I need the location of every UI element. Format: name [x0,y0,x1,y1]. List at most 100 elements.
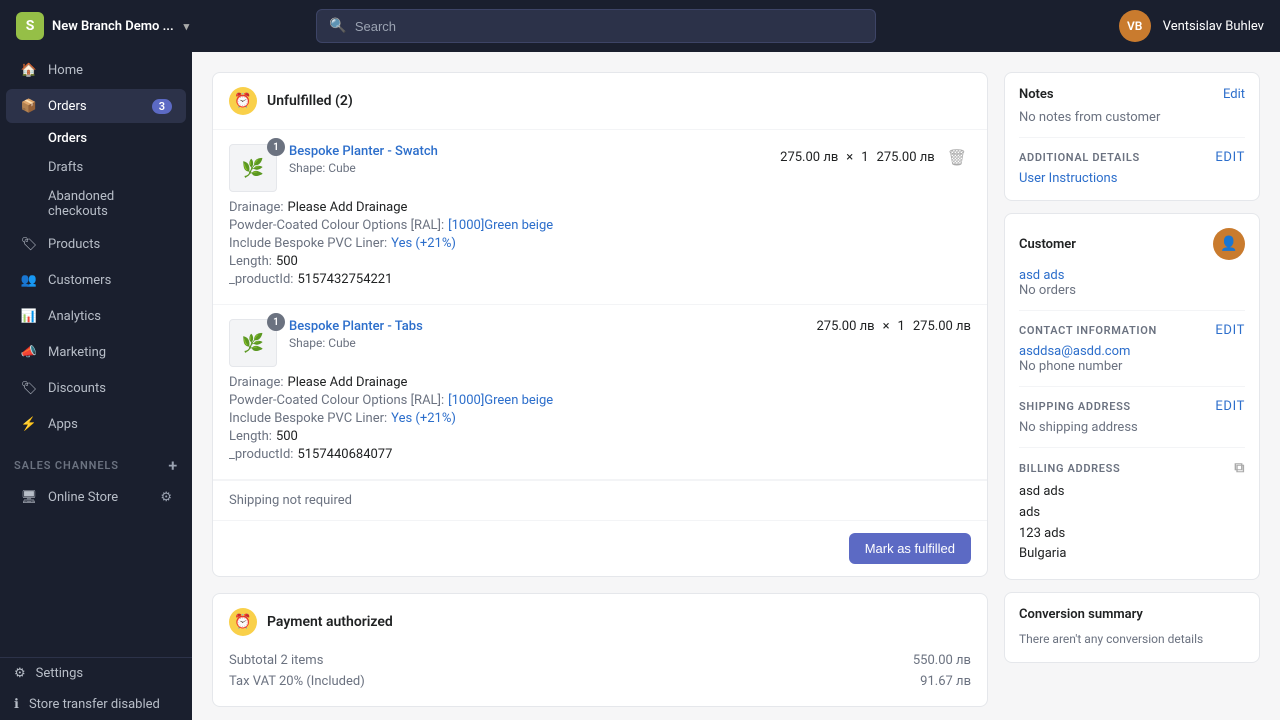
contact-title: CONTACT INFORMATION [1019,324,1157,337]
subtotal-value: 550.00 лв [913,653,971,668]
sidebar-item-label: Home [48,63,83,78]
notes-title: Notes [1019,87,1054,102]
customer-card: Customer 👤 asd ads No orders CONTACT INF… [1004,213,1260,580]
tax-sub: VAT 20% (Included) [253,674,365,689]
additional-details-content[interactable]: User Instructions [1019,171,1117,186]
main-content: ⏰ Unfulfilled (2) 🌿 1 Bespoke Planter - … [192,52,1280,720]
notes-title-row: Notes Edit [1019,87,1245,102]
sidebar-item-marketing[interactable]: 📣 Marketing [6,335,186,369]
contact-email[interactable]: asddsa@asdd.com [1019,344,1245,359]
delete-item-1-button[interactable]: 🗑 [943,144,971,171]
apps-icon: ⚡ [20,415,38,433]
unfulfilled-icon: ⏰ [229,87,257,115]
conversion-title-row: Conversion summary [1019,607,1245,622]
item-qty-symbol-2: × [883,319,890,334]
payment-header: ⏰ Payment authorized [213,594,987,650]
sidebar: 🏠 Home 📦 Orders 3 Orders Drafts Abandone… [0,52,192,720]
item-price-1: 275.00 лв × 1 275.00 лв 🗑 [780,144,971,171]
item-unit-price-2: 275.00 лв [816,319,874,334]
unfulfilled-header: ⏰ Unfulfilled (2) [213,73,987,130]
sidebar-item-products[interactable]: 🏷 Products [6,227,186,261]
conversion-card: Conversion summary There aren't any conv… [1004,592,1260,663]
sidebar-sub-orders[interactable]: Orders [6,125,186,152]
item-name-2[interactable]: Bespoke Planter - Tabs [289,319,804,334]
store-logo-area[interactable]: S New Branch Demo ... ▾ [16,12,189,40]
billing-copy-button[interactable]: ⧉ [1234,460,1245,476]
payment-icon: ⏰ [229,608,257,636]
sidebar-item-label: Marketing [48,345,106,360]
tax-label: Tax [229,674,250,689]
sidebar-item-apps[interactable]: ⚡ Apps [6,407,186,441]
add-sales-channel-button[interactable]: + [168,456,178,475]
item-unit-price: 275.00 лв [780,150,838,165]
username-label: Ventsislav Buhlev [1163,19,1264,34]
avatar[interactable]: VB [1119,10,1151,42]
store-name: New Branch Demo ... [52,19,174,34]
sidebar-item-label: Analytics [48,309,101,324]
contact-section: CONTACT INFORMATION Edit asddsa@asdd.com… [1019,310,1245,374]
shape-value-2: Cube [328,336,356,350]
attr-drainage-1: Drainage: Please Add Drainage [229,200,971,215]
shape-label-2: Shape: [289,336,325,350]
sidebar-item-label: Orders [48,99,87,114]
order-item-1: 🌿 1 Bespoke Planter - Swatch Shape: Cube [213,130,987,305]
top-navigation: S New Branch Demo ... ▾ 🔍 VB Ventsislav … [0,0,1280,52]
sidebar-item-discounts[interactable]: 🏷 Discounts [6,371,186,405]
item-shape-1: Shape: Cube [289,161,768,175]
item-badge-1: 1 [267,138,285,156]
notes-card: Notes Edit No notes from customer ADDITI… [1004,72,1260,201]
customer-avatar: 👤 [1213,228,1245,260]
sidebar-item-settings[interactable]: ⚙ Settings [0,658,192,689]
attr-liner-2: Include Bespoke PVC Liner: Yes (+21%) [229,411,971,426]
search-input[interactable] [355,19,864,34]
analytics-icon: 📊 [20,307,38,325]
home-icon: 🏠 [20,61,38,79]
attr-colour-2: Powder-Coated Colour Options [RAL]: [100… [229,393,971,408]
sidebar-item-analytics[interactable]: 📊 Analytics [6,299,186,333]
notes-content: No notes from customer [1019,110,1160,125]
sidebar-item-online-store[interactable]: 🖥 Online Store ⚙ [6,480,186,514]
nav-right-area: VB Ventsislav Buhlev [1119,10,1264,42]
settings-label: Settings [36,666,83,681]
contact-edit-button[interactable]: Edit [1215,323,1245,338]
sidebar-item-label: Discounts [48,381,106,396]
shopify-logo-icon: S [16,12,44,40]
orders-sub-label: Orders [48,131,87,146]
billing-address-section: BILLING ADDRESS ⧉ asd ads ads 123 ads Bu… [1019,447,1245,565]
customers-icon: 👥 [20,271,38,289]
customer-name[interactable]: asd ads [1019,268,1245,283]
tax-value: 91.67 лв [920,674,971,689]
store-chevron-icon: ▾ [184,20,190,33]
item-attrs-1: Drainage: Please Add Drainage Powder-Coa… [229,200,971,287]
attr-length-2: Length: 500 [229,429,971,444]
search-bar[interactable]: 🔍 [316,9,876,43]
mark-fulfilled-button[interactable]: Mark as fulfilled [849,533,971,564]
shipping-content: No shipping address [1019,420,1245,435]
sidebar-sub-drafts[interactable]: Drafts [6,154,186,181]
shape-label: Shape: [289,161,325,175]
sidebar-item-store-transfer[interactable]: ℹ Store transfer disabled [0,689,192,720]
orders-badge: 3 [152,99,172,114]
payment-table: Subtotal 2 items 550.00 лв Tax VAT 20% (… [213,650,987,706]
item-total-price-2: 275.00 лв [913,319,971,334]
sidebar-sub-abandoned[interactable]: Abandoned checkouts [6,183,186,225]
online-store-settings-icon[interactable]: ⚙ [160,490,172,505]
payment-title: Payment authorized [267,614,393,630]
unfulfilled-card: ⏰ Unfulfilled (2) 🌿 1 Bespoke Planter - … [212,72,988,577]
sidebar-item-home[interactable]: 🏠 Home [6,53,186,87]
notes-edit-button[interactable]: Edit [1223,87,1245,102]
sidebar-item-label: Apps [48,417,78,432]
contact-phone: No phone number [1019,359,1245,374]
additional-details-edit-button[interactable]: Edit [1215,150,1245,165]
sidebar-item-customers[interactable]: 👥 Customers [6,263,186,297]
sidebar-item-orders[interactable]: 📦 Orders 3 [6,89,186,123]
item-price-2: 275.00 лв × 1 275.00 лв [816,319,971,334]
shipping-row: Shipping not required [213,480,987,520]
attr-productid-2: _productId: 5157440684077 [229,447,971,462]
subtotal-label: Subtotal [229,653,277,668]
marketing-icon: 📣 [20,343,38,361]
item-name-1[interactable]: Bespoke Planter - Swatch [289,144,768,159]
item-qty-symbol: × [846,150,853,165]
shipping-address-section: SHIPPING ADDRESS Edit No shipping addres… [1019,386,1245,435]
shipping-edit-button[interactable]: Edit [1215,399,1245,414]
